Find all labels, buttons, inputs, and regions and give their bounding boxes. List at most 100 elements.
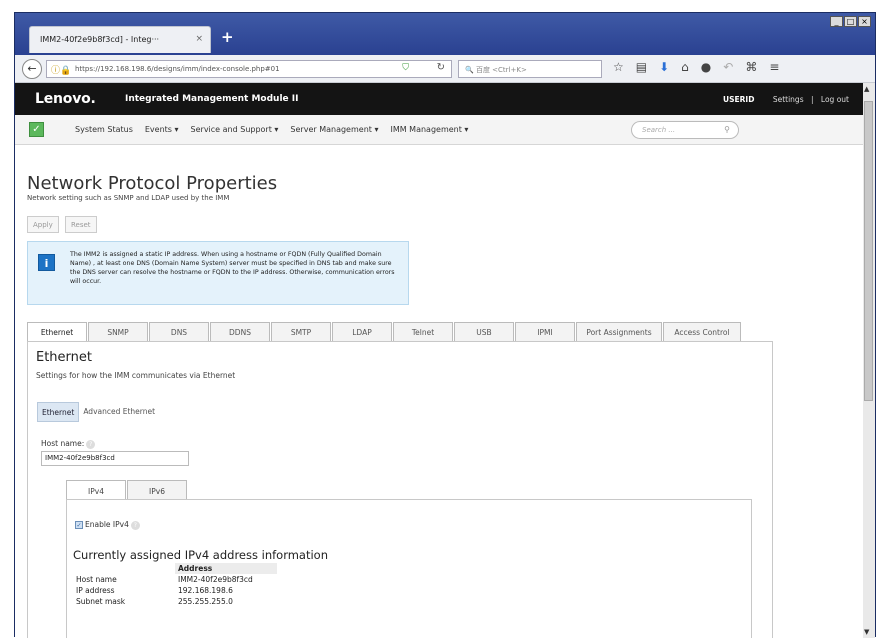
- tab-ldap[interactable]: LDAP: [332, 322, 392, 341]
- addons-icon[interactable]: ⌘: [745, 60, 757, 74]
- browser-toolbar: ☆ ▤ ⬇ ⌂ ● ↶ ⌘ ≡: [613, 60, 779, 74]
- page-subtitle: Network setting such as SNMP and LDAP us…: [27, 194, 230, 202]
- home-icon[interactable]: ⌂: [681, 60, 689, 74]
- bookmarks-list-icon[interactable]: ▤: [636, 60, 647, 74]
- browser-search-placeholder: 百度 <Ctrl+K>: [475, 66, 527, 74]
- main-menu: ✓ System Status Events ▾ Service and Sup…: [15, 115, 863, 145]
- table-row: Host name IMM2-40f2e9b8f3cd: [73, 574, 277, 585]
- tab-dns[interactable]: DNS: [149, 322, 209, 341]
- site-info-icon[interactable]: ⓘ🔒: [51, 63, 71, 76]
- row-value: 192.168.198.6: [178, 586, 233, 595]
- menu-imm-management[interactable]: IMM Management ▾: [390, 125, 468, 134]
- search-icon: 🔍: [465, 66, 474, 74]
- subtab-advanced-ethernet[interactable]: Advanced Ethernet: [79, 402, 159, 422]
- host-name-label-text: Host name:: [41, 439, 85, 448]
- reload-icon[interactable]: ↻: [437, 62, 445, 73]
- scroll-down-icon[interactable]: ▼: [864, 628, 869, 636]
- browser-titlebar: IMM2-40f2e9b8f3cd] - Integ··· × + _ □ ×: [15, 13, 875, 55]
- new-tab-button[interactable]: +: [221, 30, 234, 45]
- close-window-button[interactable]: ×: [858, 16, 871, 27]
- chat-icon[interactable]: ●: [701, 60, 711, 74]
- download-icon[interactable]: ⬇: [659, 60, 669, 74]
- host-name-input[interactable]: IMM2-40f2e9b8f3cd: [41, 451, 189, 466]
- apply-button[interactable]: Apply: [27, 216, 59, 233]
- header-separator: |: [811, 95, 814, 104]
- menu-server-management[interactable]: Server Management ▾: [290, 125, 378, 134]
- tab-access-control[interactable]: Access Control: [663, 322, 741, 341]
- enable-ipv4-checkbox[interactable]: ✓: [75, 521, 83, 529]
- minimize-button[interactable]: _: [830, 16, 843, 27]
- table-row: Subnet mask 255.255.255.0: [73, 596, 277, 607]
- info-icon: i: [38, 254, 55, 271]
- tab-snmp[interactable]: SNMP: [88, 322, 148, 341]
- table-header-blank: [73, 563, 175, 574]
- user-name[interactable]: USERID: [723, 95, 754, 104]
- tab-title: IMM2-40f2e9b8f3cd] - Integ···: [40, 35, 160, 44]
- tab-telnet[interactable]: Telnet: [393, 322, 453, 341]
- scrollbar-thumb[interactable]: [864, 101, 873, 401]
- browser-tab[interactable]: IMM2-40f2e9b8f3cd] - Integ··· ×: [29, 26, 211, 53]
- help-icon[interactable]: ?: [130, 520, 140, 530]
- tab-ipv6[interactable]: IPv6: [127, 480, 187, 500]
- ethernet-title: Ethernet: [36, 350, 92, 365]
- maximize-button[interactable]: □: [844, 16, 857, 27]
- tab-port-assignments[interactable]: Port Assignments: [576, 322, 662, 341]
- search-icon[interactable]: ⚲: [724, 125, 730, 134]
- subtab-ethernet[interactable]: Ethernet: [37, 402, 80, 422]
- menu-items: System Status Events ▾ Service and Suppo…: [75, 125, 480, 134]
- settings-link[interactable]: Settings: [773, 95, 804, 104]
- row-key: Subnet mask: [76, 597, 126, 606]
- row-value: 255.255.255.0: [178, 597, 233, 606]
- address-column-header: Address: [175, 563, 277, 574]
- ethernet-panel: Ethernet Settings for how the IMM commun…: [27, 341, 773, 638]
- ipv4-panel: ✓ Enable IPv4? Currently assigned IPv4 ad…: [66, 499, 752, 638]
- menu-icon[interactable]: ≡: [769, 60, 779, 74]
- status-check-icon[interactable]: ✓: [29, 122, 44, 137]
- enable-ipv4-label: Enable IPv4: [85, 520, 129, 529]
- browser-navbar: ← ⓘ🔒 https://192.168.198.6/designs/imm/i…: [15, 55, 875, 83]
- url-text: https://192.168.198.6/designs/imm/index-…: [75, 65, 280, 73]
- tab-ipmi[interactable]: IPMI: [515, 322, 575, 341]
- row-key: Host name: [76, 575, 117, 584]
- tab-close-icon[interactable]: ×: [195, 34, 203, 44]
- host-name-label: Host name:?: [41, 439, 96, 449]
- app-search-input[interactable]: Search ... ⚲: [631, 121, 739, 139]
- tab-smtp[interactable]: SMTP: [271, 322, 331, 341]
- row-value: IMM2-40f2e9b8f3cd: [178, 575, 253, 584]
- assigned-ipv4-title: Currently assigned IPv4 address informat…: [73, 548, 329, 562]
- enable-ipv4-row: ✓ Enable IPv4?: [75, 520, 140, 530]
- scroll-up-icon[interactable]: ▲: [864, 85, 869, 93]
- shield-icon[interactable]: ⛉: [402, 63, 409, 73]
- table-row: IP address 192.168.198.6: [73, 585, 277, 596]
- row-key: IP address: [76, 586, 115, 595]
- help-icon[interactable]: ?: [86, 439, 96, 449]
- info-text: The IMM2 is assigned a static IP address…: [70, 251, 395, 285]
- info-box: i The IMM2 is assigned a static IP addre…: [27, 241, 409, 305]
- menu-system-status[interactable]: System Status: [75, 125, 133, 134]
- page-title: Network Protocol Properties: [27, 173, 278, 194]
- page-content: Lenovo. Integrated Management Module II …: [15, 83, 863, 638]
- tab-ipv4[interactable]: IPv4: [66, 480, 126, 500]
- reset-button[interactable]: Reset: [65, 216, 97, 233]
- logout-link[interactable]: Log out: [821, 95, 849, 104]
- tab-ddns[interactable]: DDNS: [210, 322, 270, 341]
- tab-usb[interactable]: USB: [454, 322, 514, 341]
- app-header: Lenovo. Integrated Management Module II …: [15, 83, 863, 115]
- back-button[interactable]: ←: [22, 59, 42, 79]
- ip-version-tabs: IPv4 IPv6: [66, 480, 188, 500]
- menu-events[interactable]: Events ▾: [145, 125, 179, 134]
- menu-service-support[interactable]: Service and Support ▾: [191, 125, 279, 134]
- lenovo-logo: Lenovo.: [35, 91, 96, 107]
- undo-icon[interactable]: ↶: [723, 60, 733, 74]
- browser-window: IMM2-40f2e9b8f3cd] - Integ··· × + _ □ × …: [14, 12, 876, 638]
- app-search-placeholder: Search ...: [642, 126, 676, 134]
- bookmark-star-icon[interactable]: ☆: [613, 60, 624, 74]
- ipv4-address-table: Address Host name IMM2-40f2e9b8f3cd IP a…: [73, 563, 277, 607]
- browser-search-input[interactable]: 🔍 百度 <Ctrl+K>: [458, 60, 602, 78]
- table-header-row: Address: [73, 563, 277, 574]
- protocol-tabs: Ethernet SNMP DNS DDNS SMTP LDAP Telnet …: [27, 322, 742, 342]
- vertical-scrollbar[interactable]: ▲ ▼: [861, 83, 875, 638]
- url-bar[interactable]: ⓘ🔒 https://192.168.198.6/designs/imm/ind…: [46, 60, 452, 78]
- app-title: Integrated Management Module II: [125, 94, 299, 104]
- tab-ethernet[interactable]: Ethernet: [27, 322, 87, 342]
